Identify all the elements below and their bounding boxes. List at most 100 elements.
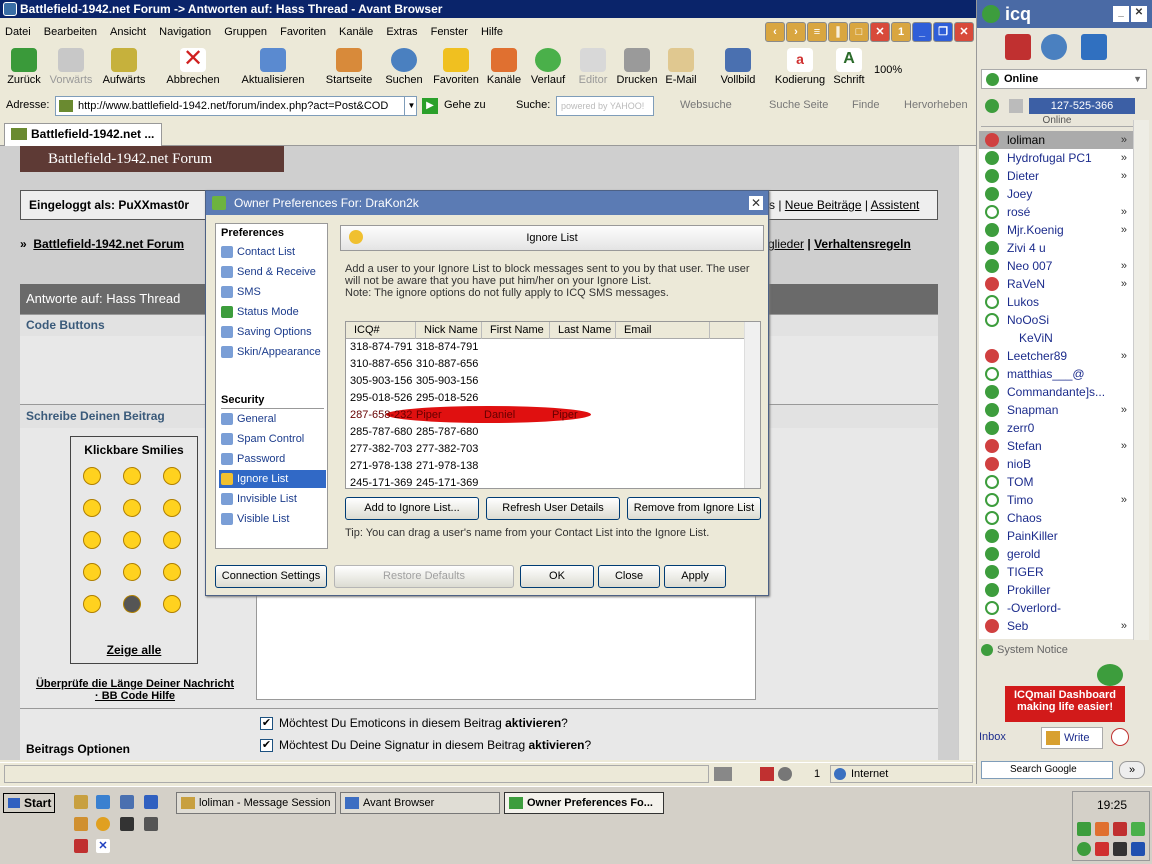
smiley-icon[interactable] (163, 563, 181, 581)
quicklaunch-media-icon[interactable] (96, 817, 110, 831)
tray-alert-icon[interactable] (1113, 822, 1127, 836)
goto-arrow-icon[interactable]: ▶ (422, 98, 438, 114)
table-row[interactable]: 310-887-656 310-887-656 (350, 356, 740, 373)
table-row[interactable]: 318-874-791 318-874-791 (350, 339, 740, 356)
icq-close-icon[interactable]: ✕ (1131, 6, 1147, 22)
close-all-icon[interactable]: ✕ (870, 22, 890, 42)
contact-item[interactable]: rosé » (979, 203, 1133, 221)
icq-status-select[interactable]: Online ▼ (981, 69, 1147, 89)
sidebar-item-send-receive[interactable]: Send & Receive (219, 263, 326, 281)
menu-hilfe[interactable]: Hilfe (476, 22, 508, 42)
home-button[interactable]: Startseite (322, 46, 376, 92)
contact-item[interactable]: Chaos (979, 509, 1133, 527)
cascade-icon[interactable]: □ (849, 22, 869, 42)
contact-item[interactable]: Dieter » (979, 167, 1133, 185)
up-button[interactable]: Aufwärts (100, 46, 148, 92)
contact-item[interactable]: Stefan » (979, 437, 1133, 455)
col-icq[interactable]: ICQ# (346, 322, 416, 339)
icq-minimize-icon[interactable]: _ (1113, 6, 1129, 22)
apply-button[interactable]: Apply (664, 565, 726, 588)
add-to-ignore-button[interactable]: Add to Ignore List... (345, 497, 479, 520)
icqmail-ad-banner[interactable]: ICQmail Dashboard making life easier! (1005, 686, 1125, 722)
favorites-button[interactable]: Favoriten (430, 46, 482, 92)
popup-blocker-icon[interactable] (760, 767, 774, 781)
tray-app-icon[interactable] (1095, 822, 1109, 836)
emoticons-checkbox[interactable]: ✔ (260, 717, 273, 731)
quicklaunch-network-icon[interactable] (120, 795, 134, 809)
contact-item[interactable]: Joey (979, 185, 1133, 203)
groups-tab-icon[interactable] (1009, 99, 1023, 113)
tray-icq-icon[interactable] (1077, 822, 1091, 836)
goto-button[interactable]: Gehe zu (444, 99, 486, 111)
link-mitglieder[interactable]: glieder (768, 237, 804, 251)
icq-write-button[interactable]: Write (1041, 727, 1103, 749)
contact-expand-icon[interactable]: » (1121, 617, 1127, 635)
close-icon[interactable]: ✕ (954, 22, 974, 42)
quicklaunch-tool-icon[interactable] (74, 817, 88, 831)
menu-navigation[interactable]: Navigation (154, 22, 216, 42)
post-textarea[interactable] (256, 592, 756, 700)
smiley-icon[interactable] (123, 595, 141, 613)
dialog-close-icon[interactable]: ✕ (748, 195, 764, 211)
system-notice[interactable]: System Notice (981, 644, 1068, 657)
yahoo-search-input[interactable]: powered by YAHOO! (556, 96, 654, 116)
contact-item[interactable]: KeViN (979, 329, 1133, 347)
status-tool-icon[interactable] (714, 767, 732, 781)
menu-gruppen[interactable]: Gruppen (219, 22, 272, 42)
fullscreen-button[interactable]: Vollbild (720, 46, 756, 92)
menu-kanaele[interactable]: Kanäle (334, 22, 378, 42)
alarm-clock-icon[interactable] (1111, 728, 1129, 746)
font-button[interactable]: A Schrift (832, 46, 866, 92)
smiley-icon[interactable] (123, 467, 141, 485)
contact-expand-icon[interactable]: » (1121, 149, 1127, 167)
ok-button[interactable]: OK (520, 565, 594, 588)
table-row[interactable]: 271-978-138 271-978-138 (350, 458, 740, 475)
smiley-icon[interactable] (123, 563, 141, 581)
contact-item[interactable]: Leetcher89 » (979, 347, 1133, 365)
contact-item[interactable]: Commandante]s... (979, 383, 1133, 401)
link-neue-beitraege[interactable]: Neue Beiträge (785, 198, 862, 212)
smiley-icon[interactable] (83, 467, 101, 485)
icq-search-icon[interactable] (1041, 34, 1067, 60)
smiley-icon[interactable] (123, 531, 141, 549)
search-page-button[interactable]: Suche Seite (769, 99, 828, 111)
contact-item[interactable]: Seb » (979, 617, 1133, 635)
connection-settings-button[interactable]: Connection Settings (215, 565, 327, 588)
minimize-icon[interactable]: _ (912, 22, 932, 42)
google-search-input[interactable]: Search Google (981, 761, 1113, 779)
contact-item[interactable]: NoOoSi (979, 311, 1133, 329)
smiley-icon[interactable] (83, 595, 101, 613)
contact-expand-icon[interactable]: » (1121, 257, 1127, 275)
smiley-icon[interactable] (163, 467, 181, 485)
remove-from-ignore-button[interactable]: Remove from Ignore List (627, 497, 761, 520)
editor-button[interactable]: Editor (576, 46, 610, 92)
contact-expand-icon[interactable]: » (1121, 221, 1127, 239)
sidebar-item-general[interactable]: General (219, 410, 326, 428)
menu-bearbeiten[interactable]: Bearbeiten (39, 22, 102, 42)
task-owner-preferences[interactable]: Owner Preferences Fo... (504, 792, 664, 814)
link-verhaltensregeln[interactable]: Verhaltensregeln (814, 237, 911, 251)
contact-item[interactable]: loliman » (979, 131, 1133, 149)
icq-find-users-icon[interactable] (1005, 34, 1031, 60)
contact-expand-icon[interactable]: » (1121, 131, 1127, 149)
smiley-icon[interactable] (163, 531, 181, 549)
icq-services-icon[interactable] (1081, 34, 1107, 60)
sidebar-item-skin-appearance[interactable]: Skin/Appearance (219, 343, 326, 361)
tray-steam-icon[interactable] (1113, 842, 1127, 856)
contact-item[interactable]: matthias___@ (979, 365, 1133, 383)
contact-item[interactable]: zerr0 (979, 419, 1133, 437)
col-nick[interactable]: Nick Name (416, 322, 482, 339)
forward-button[interactable]: Vorwärts (48, 46, 94, 92)
list-scrollbar[interactable] (744, 322, 760, 488)
address-input[interactable]: http://www.battlefield-1942.net/forum/in… (55, 96, 417, 116)
table-row[interactable]: 285-787-680 285-787-680 (350, 424, 740, 441)
search-go-icon[interactable]: » (1119, 761, 1145, 779)
quicklaunch-avant-icon[interactable] (144, 795, 158, 809)
encoding-button[interactable]: a Kodierung (774, 46, 826, 92)
history-button[interactable]: Verlauf (528, 46, 568, 92)
sidebar-item-saving-options[interactable]: Saving Options (219, 323, 326, 341)
link-assistent[interactable]: Assistent (871, 198, 920, 212)
restore-icon[interactable]: ❐ (933, 22, 953, 42)
refresh-button[interactable]: Aktualisieren (240, 46, 306, 92)
contact-expand-icon[interactable]: » (1121, 203, 1127, 221)
